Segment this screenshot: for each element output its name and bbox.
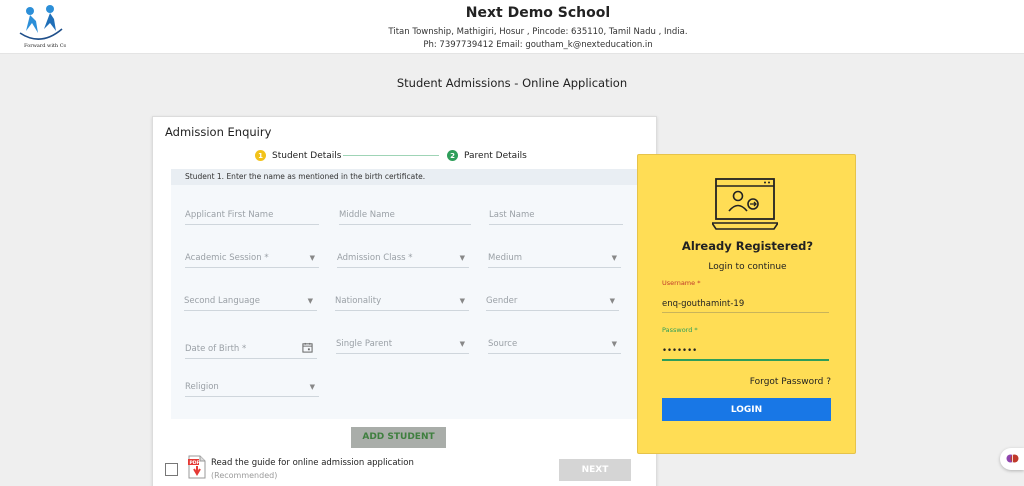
- gender-select[interactable]: Gender ▼: [486, 295, 619, 311]
- step-label: Student Details: [272, 150, 342, 161]
- login-subtitle: Login to continue: [708, 262, 787, 272]
- field-placeholder: Middle Name: [339, 210, 395, 220]
- school-contact: Ph: 7397739412 Email: goutham_k@nexteduc…: [423, 40, 653, 50]
- field-placeholder: Date of Birth *: [185, 344, 247, 354]
- field-placeholder: Second Language: [184, 296, 260, 306]
- student-note: Student 1. Enter the name as mentioned i…: [171, 169, 657, 185]
- step-student-details[interactable]: 1 Student Details: [255, 150, 342, 161]
- guide-link[interactable]: Read the guide for online admission appl…: [211, 458, 414, 468]
- admission-enquiry-card: Admission Enquiry 1 Student Details 2 Pa…: [152, 116, 657, 486]
- page-header: Forward with Courage Next Demo School Ti…: [0, 0, 1024, 54]
- field-placeholder: Nationality: [335, 296, 382, 306]
- username-input[interactable]: [662, 299, 829, 313]
- step-parent-details[interactable]: 2 Parent Details: [447, 150, 527, 161]
- date-of-birth-input[interactable]: Date of Birth *: [185, 342, 317, 359]
- field-placeholder: Medium: [488, 253, 522, 263]
- svg-text:PDF: PDF: [190, 460, 200, 466]
- laptop-login-icon: [712, 178, 778, 230]
- admission-class-select[interactable]: Admission Class * ▼: [337, 252, 469, 268]
- field-placeholder: Source: [488, 339, 518, 349]
- first-name-input[interactable]: Applicant First Name: [185, 209, 319, 225]
- guide-checkbox[interactable]: [165, 463, 178, 476]
- middle-name-input[interactable]: Middle Name: [339, 209, 471, 225]
- card-title: Admission Enquiry: [165, 125, 272, 139]
- last-name-input[interactable]: Last Name: [489, 209, 623, 225]
- religion-select[interactable]: Religion ▼: [185, 381, 319, 397]
- step-number: 1: [255, 150, 266, 161]
- single-parent-select[interactable]: Single Parent ▼: [336, 338, 469, 354]
- source-select[interactable]: Source ▼: [488, 338, 621, 354]
- login-card: Already Registered? Login to continue Us…: [637, 154, 856, 454]
- already-registered-heading: Already Registered?: [681, 239, 814, 253]
- username-field: Username *: [662, 279, 829, 313]
- dropdown-arrow-icon: ▼: [459, 254, 465, 262]
- field-placeholder: Applicant First Name: [185, 210, 274, 220]
- field-placeholder: Last Name: [489, 210, 535, 220]
- field-placeholder: Academic Session *: [185, 253, 269, 263]
- field-placeholder: Gender: [486, 296, 518, 306]
- student-form: Student 1. Enter the name as mentioned i…: [171, 169, 657, 419]
- floating-widget[interactable]: [1000, 448, 1024, 470]
- school-name: Next Demo School: [465, 5, 611, 21]
- dropdown-arrow-icon: ▼: [609, 297, 615, 305]
- field-placeholder: Religion: [185, 382, 219, 392]
- dropdown-arrow-icon: ▼: [611, 340, 617, 348]
- password-field: Password *: [662, 326, 829, 361]
- school-address: Titan Township, Mathigiri, Hosur , Pinco…: [388, 27, 688, 37]
- add-student-button[interactable]: ADD STUDENT: [351, 427, 446, 448]
- forgot-password-link[interactable]: Forgot Password ?: [750, 377, 831, 387]
- step-connector: [343, 155, 439, 156]
- academic-session-select[interactable]: Academic Session * ▼: [185, 252, 319, 268]
- dropdown-arrow-icon: ▼: [307, 297, 313, 305]
- field-placeholder: Single Parent: [336, 339, 393, 349]
- dropdown-arrow-icon: ▼: [309, 254, 315, 262]
- dropdown-arrow-icon: ▼: [611, 254, 617, 262]
- login-button[interactable]: LOGIN: [662, 398, 831, 421]
- pdf-icon[interactable]: PDF: [188, 455, 206, 479]
- field-placeholder: Admission Class *: [337, 253, 413, 263]
- step-label: Parent Details: [464, 150, 527, 161]
- password-input[interactable]: [662, 346, 829, 361]
- calendar-icon[interactable]: [302, 342, 313, 353]
- dropdown-arrow-icon: ▼: [309, 383, 315, 391]
- dropdown-arrow-icon: ▼: [459, 297, 465, 305]
- next-button[interactable]: NEXT: [559, 459, 631, 481]
- step-number: 2: [447, 150, 458, 161]
- password-label: Password *: [662, 326, 698, 334]
- dropdown-arrow-icon: ▼: [459, 340, 465, 348]
- username-label: Username *: [662, 279, 701, 287]
- recommended-label: (Recommended): [211, 471, 278, 480]
- nationality-select[interactable]: Nationality ▼: [335, 295, 469, 311]
- page-title: Student Admissions - Online Application: [396, 76, 628, 90]
- brain-icon: [1006, 454, 1019, 463]
- medium-select[interactable]: Medium ▼: [488, 252, 621, 268]
- second-language-select[interactable]: Second Language ▼: [184, 295, 317, 311]
